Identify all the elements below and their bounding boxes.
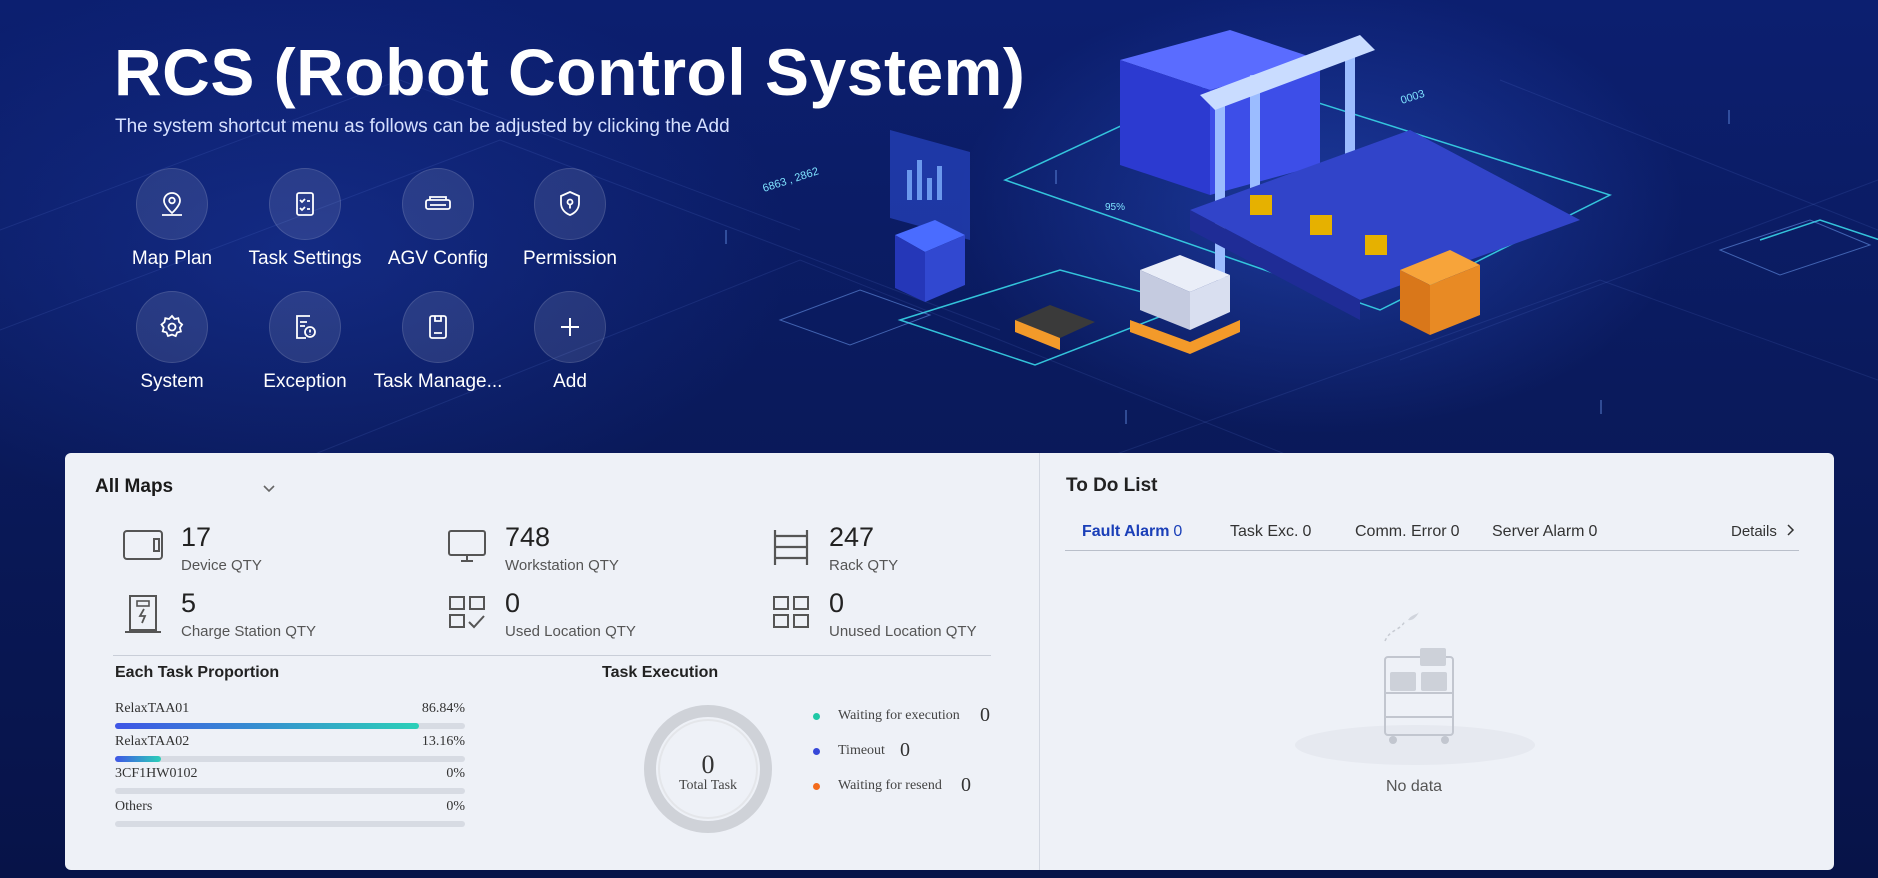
shortcut-label: Task Manage...	[373, 371, 503, 392]
unused-location-icon	[773, 596, 809, 628]
tab-comm-error[interactable]: Comm. Error 0	[1355, 523, 1459, 541]
tab-count: 0	[1173, 523, 1183, 540]
scene-label-code: 0003	[1399, 88, 1426, 107]
exception-doc-icon	[269, 291, 341, 363]
map-select[interactable]: All Maps	[95, 476, 173, 498]
task-execution-title: Task Execution	[602, 664, 719, 681]
proportion-track	[115, 821, 465, 827]
monitor-icon	[448, 530, 486, 562]
details-link[interactable]: Details	[1731, 523, 1795, 540]
stat-value: 0	[829, 588, 845, 618]
tab-server-alarm[interactable]: Server Alarm 0	[1492, 523, 1597, 541]
shortcut-system[interactable]: System	[106, 291, 238, 393]
stat-label: Used Location QTY	[505, 623, 636, 640]
legend-value: 0	[961, 774, 971, 796]
legend-label: Waiting for resend	[838, 778, 942, 793]
proportion-percent: 0%	[446, 799, 465, 814]
proportion-fill	[115, 756, 162, 762]
shortcut-permission[interactable]: Permission	[504, 168, 636, 270]
stat-value: 5	[181, 588, 197, 618]
legend-label: Timeout	[838, 743, 885, 758]
tab-label: Task Exc.	[1230, 523, 1299, 540]
tab-label: Comm. Error	[1355, 523, 1447, 540]
section-divider	[113, 655, 991, 656]
document-icon	[402, 291, 474, 363]
details-label: Details	[1731, 523, 1777, 540]
tab-task-exc[interactable]: Task Exc. 0	[1230, 523, 1311, 541]
scene-label-percent: 95%	[1105, 202, 1125, 213]
map-pin-icon	[136, 168, 208, 240]
legend-dot	[813, 748, 820, 755]
proportion-name: 3CF1HW0102	[115, 766, 198, 781]
proportion-name: RelaxTAA01	[115, 701, 190, 716]
warehouse-illustration: 6863 , 2862 95% 0003	[761, 30, 1878, 366]
page-subtitle: The system shortcut menu as follows can …	[115, 116, 730, 137]
todo-title: To Do List	[1066, 475, 1158, 496]
used-location-icon	[449, 596, 485, 629]
shortcut-label: Map Plan	[131, 248, 213, 269]
tab-label: Server Alarm	[1492, 523, 1585, 540]
stat-value: 17	[181, 522, 212, 552]
shortcut-label: Exception	[263, 371, 347, 392]
proportion-track	[115, 723, 465, 729]
stat-label: Device QTY	[181, 557, 262, 574]
shortcut-exception[interactable]: Exception	[239, 291, 371, 393]
task-proportion-title: Each Task Proportion	[115, 664, 280, 681]
stat-label: Charge Station QTY	[181, 623, 317, 640]
shortcut-task-settings[interactable]: Task Settings	[239, 168, 371, 270]
donut-total: 0 Total Task	[643, 702, 773, 794]
charge-station-icon	[125, 595, 161, 633]
tab-count: 0	[1302, 523, 1312, 540]
empty-state-illustration	[1295, 612, 1535, 765]
legend-dot	[813, 783, 820, 790]
tab-count: 0	[1588, 523, 1598, 540]
plus-icon	[534, 291, 606, 363]
shortcut-label: Add	[553, 371, 587, 392]
checklist-icon	[269, 168, 341, 240]
legend-dot	[813, 713, 820, 720]
dashboard-panel	[65, 453, 1834, 870]
proportion-track	[115, 788, 465, 794]
tabs-underline	[1065, 550, 1799, 551]
shortcut-label: System	[140, 371, 204, 392]
stat-value: 0	[505, 588, 521, 618]
proportion-percent: 86.84%	[421, 701, 465, 716]
legend-label: Waiting for execution	[838, 708, 960, 723]
stat-value: 247	[829, 522, 875, 552]
proportion-percent: 13.16%	[421, 734, 465, 749]
legend-value: 0	[980, 704, 990, 726]
proportion-fill	[115, 723, 419, 729]
rack-icon	[773, 530, 809, 565]
shortcut-label: Permission	[523, 248, 617, 269]
stat-label: Unused Location QTY	[829, 623, 977, 640]
proportion-track	[115, 756, 465, 762]
proportion-name: RelaxTAA02	[115, 734, 190, 749]
scene-label-coords: 6863 , 2862	[761, 165, 820, 194]
shield-icon	[534, 168, 606, 240]
agv-icon	[402, 168, 474, 240]
stat-label: Rack QTY	[829, 557, 899, 574]
shortcut-label: AGV Config	[387, 248, 489, 269]
shortcut-add[interactable]: Add	[504, 291, 636, 393]
tab-label: Fault Alarm	[1082, 523, 1170, 540]
chevron-down-icon[interactable]	[261, 480, 277, 496]
shortcut-task-manage[interactable]: Task Manage...	[372, 291, 504, 393]
device-icon	[123, 530, 163, 560]
proportion-percent: 0%	[446, 766, 465, 781]
shortcut-agv-config[interactable]: AGV Config	[372, 168, 504, 270]
chevron-right-icon	[1787, 524, 1795, 536]
tab-count: 0	[1450, 523, 1460, 540]
empty-state-text: No data	[1386, 778, 1443, 795]
proportion-name: Others	[115, 799, 153, 814]
total-task-value: 0	[701, 750, 715, 779]
legend-value: 0	[900, 739, 910, 761]
total-task-label: Total Task	[678, 778, 738, 793]
stat-label: Workstation QTY	[505, 557, 619, 574]
tab-fault-alarm[interactable]: Fault Alarm 0	[1082, 523, 1182, 541]
shortcut-label: Task Settings	[248, 248, 362, 269]
shortcut-map-plan[interactable]: Map Plan	[106, 168, 238, 270]
gear-icon	[136, 291, 208, 363]
stat-value: 748	[505, 522, 551, 552]
panel-divider	[1039, 453, 1040, 870]
